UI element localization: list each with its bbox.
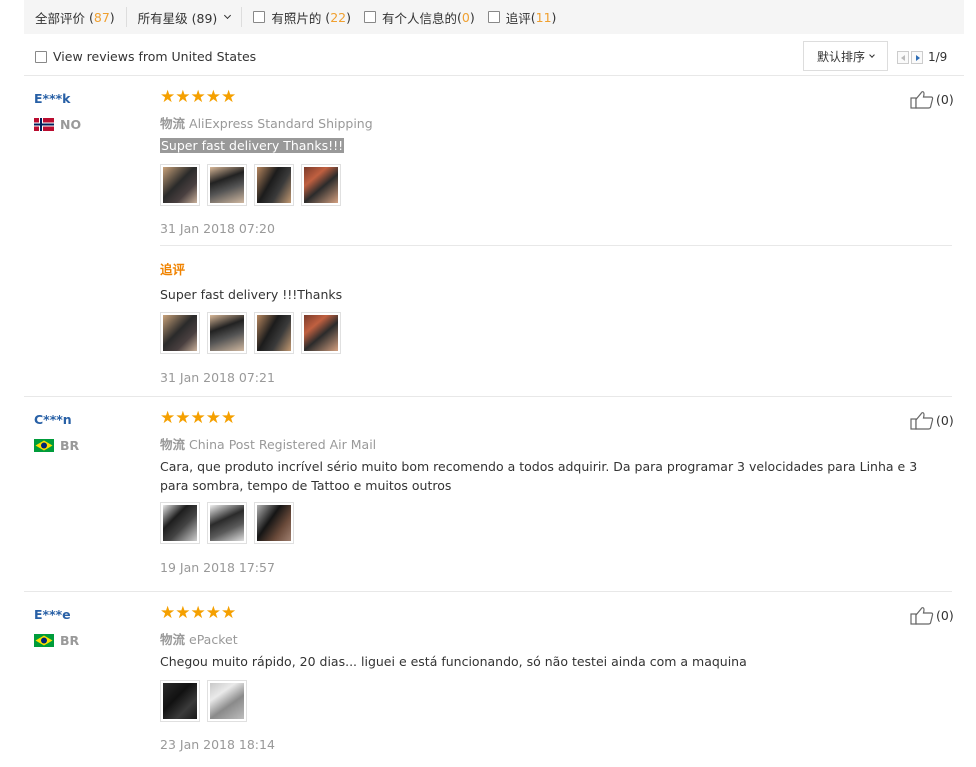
review-photo[interactable] — [301, 164, 341, 206]
shipping-name: China Post Registered Air Mail — [189, 437, 377, 452]
review-photo[interactable] — [160, 680, 200, 722]
review-photo[interactable] — [207, 502, 247, 544]
review-photo[interactable] — [207, 312, 247, 354]
review-text-content: Super fast delivery Thanks!!! — [160, 138, 345, 153]
next-page-button[interactable] — [911, 50, 923, 64]
pagination: 1/9 — [897, 50, 947, 64]
country-code: BR — [60, 438, 80, 453]
brazil-flag-icon — [34, 634, 54, 647]
like-count: (0) — [936, 608, 954, 623]
filter-all-reviews[interactable]: 全部评价 (87) — [24, 0, 126, 34]
review-item: E***e BR ★★★★★ 物流 ePacket Chegou muito rá… — [24, 603, 954, 764]
like-button[interactable]: (0) — [910, 411, 954, 430]
review-photo[interactable] — [207, 680, 247, 722]
us-reviews-checkbox[interactable] — [35, 50, 47, 63]
chevron-down-icon — [869, 51, 875, 58]
followup-date: 31 Jan 2018 07:21 — [160, 370, 275, 385]
country-code: BR — [60, 633, 80, 648]
filter-info-label: 有个人信息的 — [381, 10, 457, 26]
shipping-method: 物流 ePacket — [160, 629, 238, 648]
review-date: 31 Jan 2018 07:20 — [160, 221, 275, 236]
filter-followup[interactable]: 追评(11) — [486, 0, 568, 34]
info-checkbox[interactable] — [363, 11, 376, 23]
sort-label: 默认排序 — [816, 49, 865, 64]
divider — [160, 245, 952, 246]
filter-followup-label: 追评 — [505, 10, 531, 26]
prev-page-button[interactable] — [897, 50, 909, 64]
brazil-flag-icon — [34, 439, 54, 452]
page-indicator: 1/9 — [928, 50, 948, 64]
shipping-name: AliExpress Standard Shipping — [189, 116, 373, 131]
reviewer-name: C***n — [34, 412, 72, 427]
filter-star-label: 所有星级 (89) — [137, 10, 218, 26]
review-text: Cara, que produto incrível sério muito b… — [160, 459, 918, 493]
country-code: NO — [60, 117, 82, 132]
review-photo[interactable] — [160, 312, 200, 354]
thumbs-up-icon — [910, 91, 934, 109]
review-separator — [24, 591, 952, 592]
review-photo[interactable] — [301, 312, 341, 354]
norway-flag-icon — [34, 118, 54, 131]
review-filter-bar: 全部评价 (87) 所有星级 (89) 有照片的 (22) 有个人信息的(0) … — [24, 0, 964, 34]
review-photo[interactable] — [254, 502, 294, 544]
reviewer-name: E***k — [34, 91, 71, 106]
review-photo[interactable] — [254, 164, 294, 206]
like-button[interactable]: (0) — [910, 90, 954, 109]
review-photo[interactable] — [160, 164, 200, 206]
star-rating: ★★★★★ — [160, 603, 237, 623]
shipping-prefix: 物流 — [160, 116, 186, 131]
star-rating: ★★★★★ — [160, 408, 237, 428]
reviewer-name: E***e — [34, 607, 71, 622]
filter-with-info[interactable]: 有个人信息的(0) — [362, 0, 486, 34]
star-rating: ★★★★★ — [160, 87, 237, 107]
us-reviews-label: View reviews from United States — [53, 49, 257, 64]
reviewer-country: BR — [34, 438, 79, 453]
filter-all-count: 87 — [93, 9, 110, 25]
review-date: 23 Jan 2018 18:14 — [160, 737, 275, 752]
filter-photos-label: 有照片的 — [271, 10, 322, 26]
shipping-method: 物流 China Post Registered Air Mail — [160, 434, 376, 453]
review-separator — [24, 396, 952, 397]
review-photos — [160, 680, 254, 722]
shipping-method: 物流 AliExpress Standard Shipping — [160, 113, 373, 132]
shipping-prefix: 物流 — [160, 632, 186, 647]
review-item: C***n BR ★★★★★ 物流 China Post Registered A… — [24, 408, 954, 589]
review-photo[interactable] — [207, 164, 247, 206]
photos-checkbox[interactable] — [253, 11, 266, 23]
followup-photos — [160, 312, 348, 354]
shipping-name: ePacket — [189, 632, 238, 647]
followup-text: Super fast delivery !!!Thanks — [160, 287, 343, 302]
review-photos — [160, 502, 301, 544]
review-photo[interactable] — [254, 312, 294, 354]
sort-dropdown[interactable]: 默认排序 — [803, 41, 888, 71]
like-count: (0) — [936, 413, 954, 428]
followup-checkbox[interactable] — [487, 11, 500, 23]
like-button[interactable]: (0) — [910, 606, 954, 625]
review-date: 19 Jan 2018 17:57 — [160, 560, 275, 575]
review-text: Super fast delivery Thanks!!! — [160, 136, 940, 155]
review-photos — [160, 164, 348, 206]
chevron-down-icon — [224, 11, 232, 20]
filter-all-label: 全部评价 — [35, 10, 86, 26]
filter-photos-count: 22 — [330, 9, 347, 25]
like-count: (0) — [936, 92, 954, 107]
review-photo[interactable] — [160, 502, 200, 544]
thumbs-up-icon — [910, 607, 934, 625]
review-item: E***k NO ★★★★★ 物流 AliExpress Standard Shi… — [24, 87, 954, 394]
filter-star-dropdown[interactable]: 所有星级 (89) — [127, 0, 242, 34]
filter-with-photos[interactable]: 有照片的 (22) — [242, 0, 362, 34]
thumbs-up-icon — [910, 412, 934, 430]
reviewer-country: NO — [34, 117, 81, 132]
filter-followup-count: 11 — [535, 9, 552, 25]
review-subbar: View reviews from United States 默认排序 1/9 — [24, 38, 964, 76]
review-text: Chegou muito rápido, 20 dias... liguei e… — [160, 654, 747, 669]
reviewer-country: BR — [34, 633, 79, 648]
followup-title: 追评 — [160, 262, 186, 277]
shipping-prefix: 物流 — [160, 437, 186, 452]
filter-info-count: 0 — [461, 9, 470, 25]
